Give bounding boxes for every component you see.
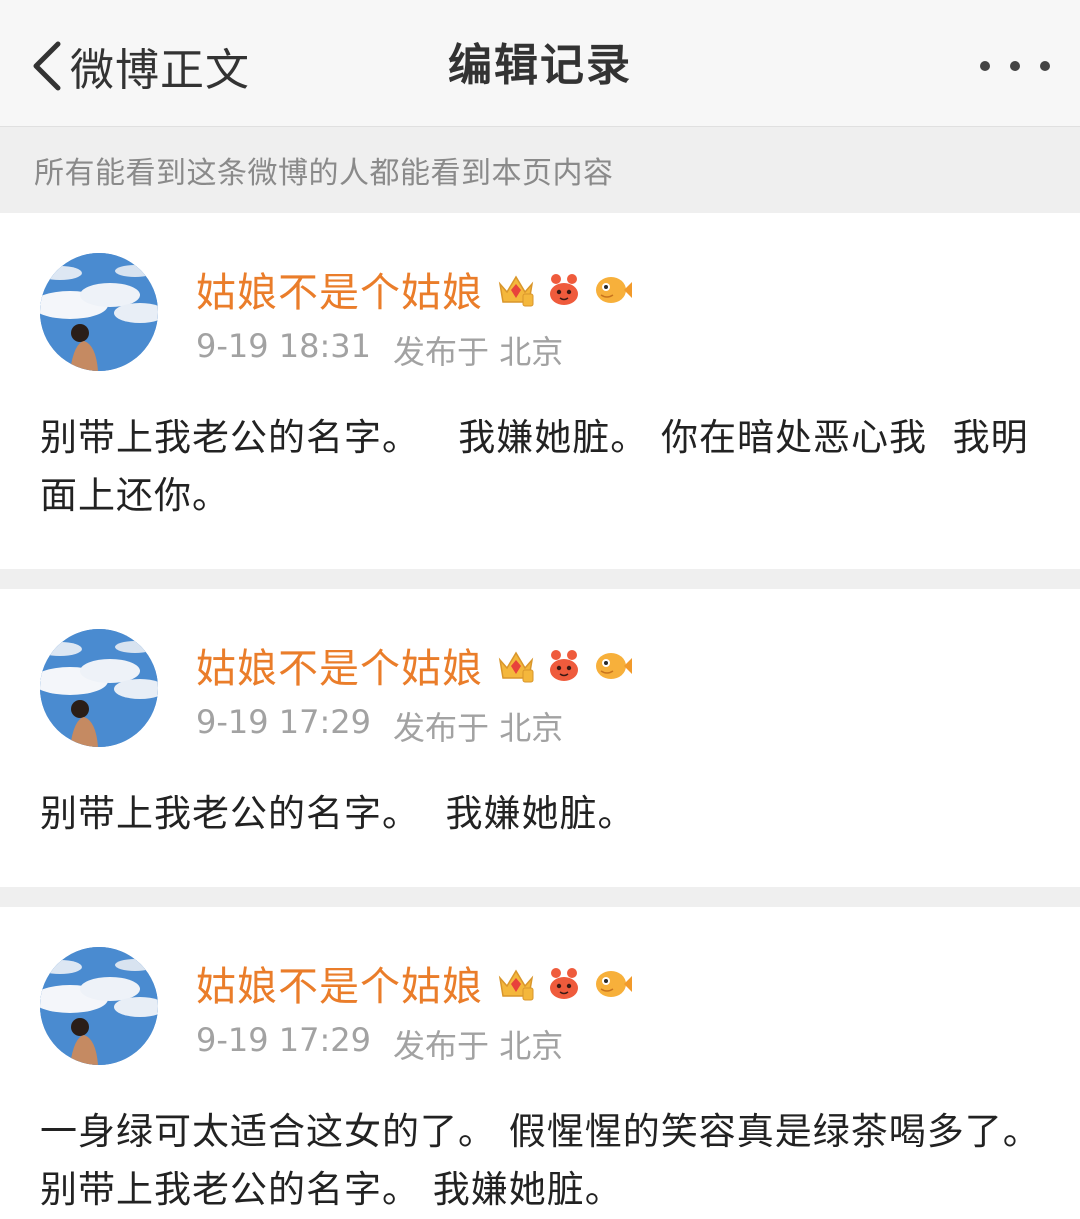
user-meta: 姑娘不是个姑娘 [196,947,633,1067]
post-meta: 9-19 17:29 发布于 北京 [196,703,633,749]
badge-list [495,644,633,686]
record-header: 姑娘不是个姑娘 [40,253,1044,373]
card-divider [0,887,1080,907]
post-meta: 9-19 17:29 发布于 北京 [196,1021,633,1067]
visibility-notice: 所有能看到这条微博的人都能看到本页内容 [0,127,1080,213]
fish-badge-icon[interactable] [591,268,633,310]
card-divider [0,569,1080,589]
more-dots-icon [1010,61,1020,71]
post-time: 9-19 17:29 [196,703,372,741]
crab-badge-icon[interactable] [543,644,585,686]
fish-badge-icon[interactable] [591,644,633,686]
post-text: 别带上我老公的名字。 我嫌她脏。 你在暗处恶心我 我明面上还你。 [40,416,1029,517]
post-time: 9-19 18:31 [196,327,372,365]
username[interactable]: 姑娘不是个姑娘 [196,954,483,1012]
crab-badge-icon[interactable] [543,268,585,310]
badge-list [495,268,633,310]
post-meta: 9-19 18:31 发布于 北京 [196,327,633,373]
post-source: 发布于 北京 [393,1027,564,1065]
post-text: 一身绿可太适合这女的了。 假惺惺的笑容真是绿茶喝多了。 别带上我老公的名字。 我… [40,1110,1054,1211]
edit-record-card: 姑娘不是个姑娘 [0,907,1080,1219]
crab-badge-icon[interactable] [543,962,585,1004]
post-text: 别带上我老公的名字。 我嫌她脏。 [40,792,636,835]
name-line: 姑娘不是个姑娘 [196,261,633,317]
crown-vip-badge-icon[interactable] [495,268,537,310]
avatar[interactable] [40,947,158,1065]
avatar[interactable] [40,629,158,747]
crown-vip-badge-icon[interactable] [495,644,537,686]
edit-record-card: 姑娘不是个姑娘 [0,589,1080,887]
record-header: 姑娘不是个姑娘 [40,629,1044,749]
page-title: 编辑记录 [448,40,632,91]
record-header: 姑娘不是个姑娘 [40,947,1044,1067]
edit-record-card: 姑娘不是个姑娘 [0,213,1080,569]
post-source: 发布于 北京 [393,709,564,747]
name-line: 姑娘不是个姑娘 [196,955,633,1011]
username[interactable]: 姑娘不是个姑娘 [196,260,483,318]
crown-vip-badge-icon[interactable] [495,962,537,1004]
fish-badge-icon[interactable] [591,962,633,1004]
post-time: 9-19 17:29 [196,1021,372,1059]
username[interactable]: 姑娘不是个姑娘 [196,636,483,694]
more-dots-icon [1040,61,1050,71]
user-meta: 姑娘不是个姑娘 [196,629,633,749]
top-navigation-bar: 微博正文 编辑记录 [0,0,1080,127]
badge-list [495,962,633,1004]
post-source: 发布于 北京 [393,333,564,371]
name-line: 姑娘不是个姑娘 [196,637,633,693]
avatar[interactable] [40,253,158,371]
more-options-button[interactable] [980,48,1050,84]
more-dots-icon [980,61,990,71]
user-meta: 姑娘不是个姑娘 [196,253,633,373]
